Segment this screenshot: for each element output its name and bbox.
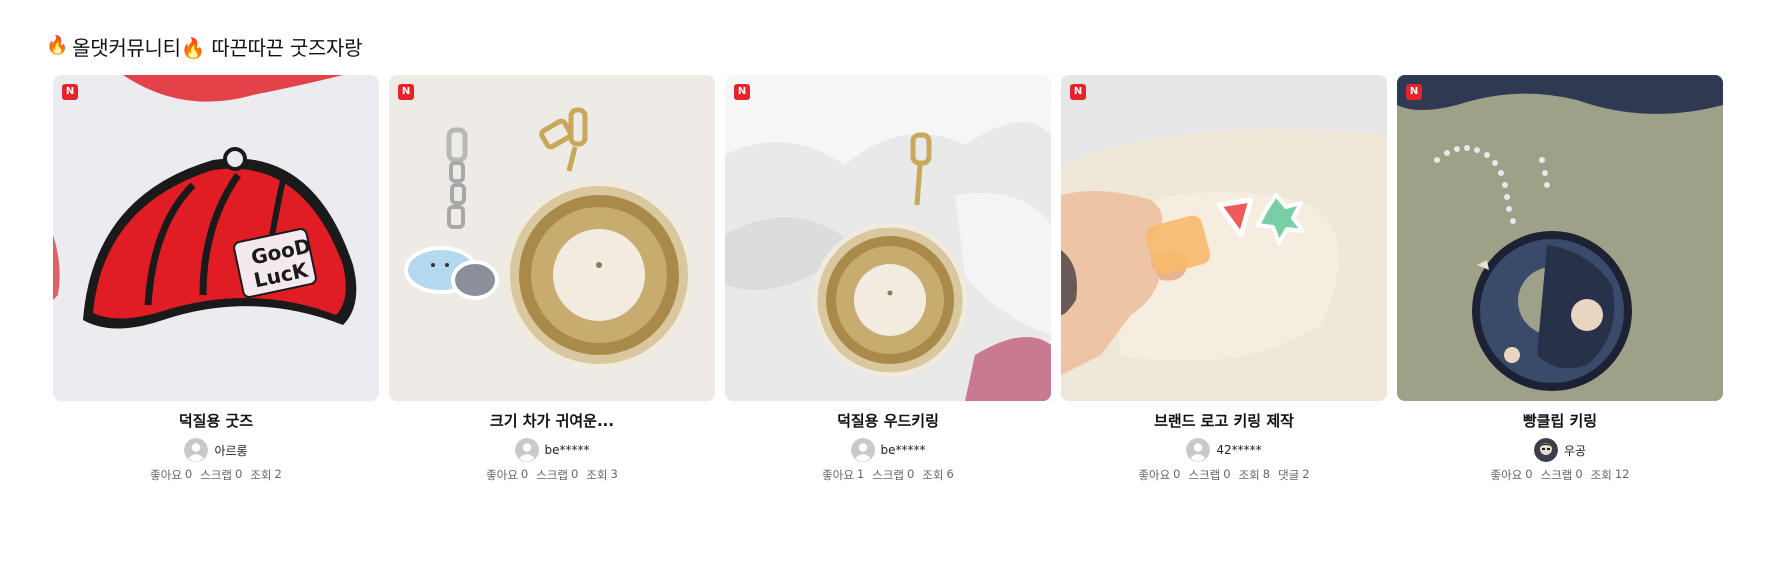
post-author[interactable]: be*****	[850, 438, 926, 462]
two-keyrings-photo	[389, 75, 715, 401]
like-count: 좋아요 0	[1490, 467, 1533, 482]
like-count: 좋아요 0	[486, 467, 529, 482]
author-name: be*****	[544, 443, 590, 457]
default-avatar-icon	[514, 438, 539, 462]
author-name: be*****	[880, 443, 926, 457]
view-count: 조회 3	[586, 467, 618, 482]
default-avatar-icon	[1186, 438, 1211, 462]
wood-keyring-photo	[725, 75, 1051, 401]
card-list: GooD LucK N 덕질용 굿즈 아르롱 좋아요0 스크랩0 조회2	[53, 75, 1723, 483]
post-title[interactable]: 브랜드 로고 키링 제작	[1154, 411, 1294, 431]
post-thumbnail[interactable]: N	[389, 75, 715, 401]
post-author[interactable]: be*****	[514, 438, 590, 462]
scrap-count: 스크랩 0	[872, 467, 915, 482]
section-title: 🔥 올댓커뮤니티🔥 따끈따끈 굿즈자랑	[46, 30, 363, 62]
scrap-count: 스크랩 0	[1188, 467, 1231, 482]
new-badge: N	[62, 84, 78, 100]
post-stats: 좋아요 0 스크랩 0 조회 8 댓글 2	[1138, 467, 1309, 483]
author-name: 42*****	[1216, 443, 1262, 457]
post-thumbnail[interactable]: GooD LucK N	[53, 75, 379, 401]
new-badge: N	[734, 84, 750, 100]
page: 🔥 올댓커뮤니티🔥 따끈따끈 굿즈자랑 GooD LucK N 덕질용 굿즈 아…	[0, 0, 1789, 567]
red-cap-keyring-photo: GooD LucK	[53, 75, 379, 401]
logo-keyring-hand-photo	[1061, 75, 1387, 401]
post-card[interactable]: N 브랜드 로고 키링 제작 42***** 좋아요 0 스크랩 0 조회 8 댓글 2	[1061, 75, 1387, 483]
post-stats: 좋아요 1 스크랩 0 조회 6	[822, 467, 954, 483]
post-card[interactable]: GooD LucK N 덕질용 굿즈 아르롱 좋아요 0 스크랩 0 조회 2	[53, 75, 379, 483]
scrap-count: 스크랩 0	[1540, 467, 1583, 482]
scrap-count: 스크랩 0	[536, 467, 579, 482]
post-author[interactable]: 우공	[1533, 438, 1587, 462]
post-author[interactable]: 42*****	[1186, 438, 1262, 462]
author-name: 우공	[1563, 443, 1587, 458]
scrap-count: 스크랩 0	[200, 467, 243, 482]
fire-icon: 🔥	[46, 35, 69, 56]
profile-photo-avatar	[1533, 438, 1558, 462]
section-title-text: 올댓커뮤니티🔥 따끈따끈 굿즈자랑	[72, 35, 363, 60]
default-avatar-icon	[184, 438, 209, 462]
view-count: 조회 2	[250, 467, 282, 482]
post-title[interactable]: 크기 차가 귀여운...	[490, 411, 614, 431]
new-badge: N	[1406, 84, 1422, 100]
post-title[interactable]: 덕질용 굿즈	[179, 411, 253, 431]
default-avatar-icon	[850, 438, 875, 462]
new-badge: N	[398, 84, 414, 100]
post-title[interactable]: 빵클립 키링	[1523, 411, 1597, 431]
view-count: 조회 8	[1238, 467, 1271, 482]
post-stats: 좋아요 0 스크랩 0 조회 12	[1491, 467, 1630, 483]
like-count: 좋아요 0	[150, 467, 193, 482]
post-card[interactable]: N 빵클립 키링 우공 좋아요 0 스크랩 0 조회 12	[1397, 75, 1723, 483]
character-keyring-photo	[1397, 75, 1723, 401]
comment-count: 댓글 2	[1278, 467, 1310, 482]
post-thumbnail[interactable]: N	[1397, 75, 1723, 401]
view-count: 조회 6	[922, 467, 954, 482]
like-count: 좋아요 0	[1138, 467, 1181, 482]
post-author[interactable]: 아르롱	[184, 438, 248, 462]
post-stats: 좋아요 0 스크랩 0 조회 3	[486, 467, 618, 483]
like-count: 좋아요 1	[822, 467, 865, 482]
author-name: 아르롱	[214, 443, 248, 458]
post-title[interactable]: 덕질용 우드키링	[837, 411, 939, 431]
post-thumbnail[interactable]: N	[1061, 75, 1387, 401]
post-stats: 좋아요 0 스크랩 0 조회 2	[150, 467, 282, 483]
post-card[interactable]: N 덕질용 우드키링 be***** 좋아요 1 스크랩 0 조회 6	[725, 75, 1051, 483]
post-thumbnail[interactable]: N	[725, 75, 1051, 401]
new-badge: N	[1070, 84, 1086, 100]
view-count: 조회 12	[1590, 467, 1630, 482]
post-card[interactable]: N 크기 차가 귀여운... be***** 좋아요 0 스크랩 0 조회 3	[389, 75, 715, 483]
